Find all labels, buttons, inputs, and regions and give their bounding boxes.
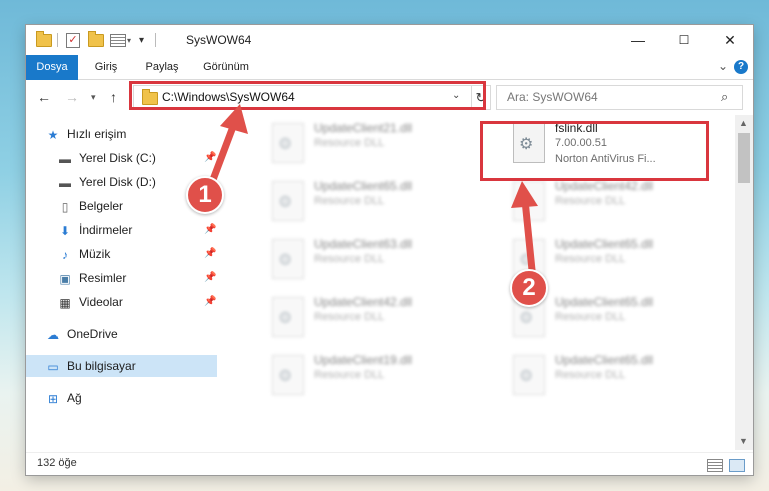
navigation-pane: ★ Hızlı erişim ▬ Yerel Disk (C:) 📌 ▬ Yerel … <box>26 115 218 450</box>
details-view-icon[interactable] <box>707 459 723 472</box>
videos-icon: ▦ <box>59 295 71 310</box>
sidebar-item-network[interactable]: ⊞ Ağ <box>45 387 82 409</box>
pictures-icon: ▣ <box>59 271 71 286</box>
dll-file-icon <box>513 355 545 395</box>
dll-file-icon <box>272 123 304 163</box>
pin-icon[interactable]: 📌 <box>204 152 216 163</box>
address-highlight-box <box>129 81 486 110</box>
tab-home[interactable]: Giriş <box>86 55 126 79</box>
status-bar: 132 öğe <box>26 452 753 476</box>
vertical-scrollbar[interactable]: ▲ ▼ <box>735 115 753 450</box>
list-item[interactable]: UpdateClient42.dll Resource DLL <box>264 291 494 347</box>
list-item[interactable]: UpdateClient42.dll Resource DLL <box>505 175 735 231</box>
pin-icon[interactable]: 📌 <box>204 224 216 235</box>
tab-share[interactable]: Paylaş <box>138 55 186 79</box>
dll-file-icon <box>272 239 304 279</box>
music-icon: ♪ <box>62 247 68 262</box>
pin-icon[interactable]: 📌 <box>204 272 216 283</box>
back-arrow-icon[interactable]: ← <box>37 89 51 105</box>
search-box[interactable]: Ara: SysWOW64 ⌕ <box>496 85 743 110</box>
window-title: SysWOW64 <box>186 33 252 47</box>
documents-icon: ▯ <box>61 199 69 214</box>
list-item[interactable]: UpdateClient63.dll Resource DLL <box>264 233 494 289</box>
sidebar-item-this-pc[interactable]: ▭ Bu bilgisayar <box>45 355 135 377</box>
scroll-down-icon[interactable]: ▼ <box>739 436 748 446</box>
qa-separator <box>57 32 58 48</box>
sidebar-item-pictures[interactable]: ▣ Resimler <box>57 267 126 289</box>
title-bar: ✓ ▾ ▾ SysWOW64 — ☐ ✕ <box>26 25 753 55</box>
minimize-button[interactable]: — <box>615 25 661 55</box>
recent-locations-icon[interactable]: ▾ <box>91 92 96 103</box>
maximize-button[interactable]: ☐ <box>661 25 707 55</box>
large-icons-view-icon[interactable] <box>729 459 745 472</box>
sidebar-item-quick-access[interactable]: ★ Hızlı erişim <box>45 123 127 145</box>
scroll-up-icon[interactable]: ▲ <box>739 118 748 128</box>
dll-file-icon <box>513 181 545 221</box>
network-icon: ⊞ <box>47 391 59 406</box>
sidebar-item-disk-c[interactable]: ▬ Yerel Disk (C:) <box>57 147 156 169</box>
ribbon-expand-icon[interactable]: ⌄ <box>718 59 728 73</box>
forward-arrow-icon[interactable]: → <box>65 89 79 105</box>
dll-file-icon <box>272 355 304 395</box>
new-folder-icon[interactable] <box>88 30 104 48</box>
sidebar-item-disk-d[interactable]: ▬ Yerel Disk (D:) <box>57 171 156 193</box>
pin-icon[interactable]: 📌 <box>204 248 216 259</box>
help-icon[interactable]: ? <box>734 60 748 74</box>
close-button[interactable]: ✕ <box>707 25 753 55</box>
drive-icon: ▬ <box>59 151 71 166</box>
properties-icon[interactable] <box>110 32 126 48</box>
item-count: 132 öğe <box>37 457 77 469</box>
title-separator <box>155 32 156 48</box>
list-item[interactable]: UpdateClient19.dll Resource DLL <box>264 349 494 405</box>
properties-check-icon[interactable]: ✓ <box>66 32 80 48</box>
folder-icon <box>36 30 52 48</box>
qa-customize-icon[interactable]: ▾ <box>139 32 144 48</box>
up-arrow-icon[interactable]: ↑ <box>110 89 117 105</box>
sidebar-item-onedrive[interactable]: ☁ OneDrive <box>45 323 118 345</box>
dll-file-icon <box>272 181 304 221</box>
search-icon[interactable]: ⌕ <box>721 89 728 105</box>
scrollbar-thumb[interactable] <box>738 133 750 183</box>
qa-dropdown-icon[interactable]: ▾ <box>127 32 131 48</box>
ribbon-tabs: Dosya Giriş Paylaş Görünüm ⌄ ? <box>26 55 753 111</box>
list-item[interactable]: UpdateClient21.dll Resource DLL <box>264 117 494 173</box>
sidebar-item-music[interactable]: ♪ Müzik <box>57 243 110 265</box>
drive-icon: ▬ <box>59 175 71 190</box>
star-icon: ★ <box>47 127 59 142</box>
list-item[interactable]: UpdateClient65.dll Resource DLL <box>505 349 735 405</box>
sidebar-item-videos[interactable]: ▦ Videolar <box>57 291 122 313</box>
step-badge-1: 1 <box>186 176 224 214</box>
dll-file-icon <box>272 297 304 337</box>
download-icon: ⬇ <box>59 223 71 238</box>
sidebar-item-documents[interactable]: ▯ Belgeler <box>57 195 123 217</box>
search-input[interactable]: Ara: SysWOW64 <box>507 90 598 104</box>
cloud-icon: ☁ <box>47 327 59 342</box>
file-highlight-box <box>480 121 709 181</box>
step-badge-2: 2 <box>510 269 548 307</box>
computer-icon: ▭ <box>47 359 59 374</box>
sidebar-item-downloads[interactable]: ⬇ İndirmeler <box>57 219 132 241</box>
list-item[interactable]: UpdateClient65.dll Resource DLL <box>264 175 494 231</box>
tab-view[interactable]: Görünüm <box>198 55 254 79</box>
pin-icon[interactable]: 📌 <box>204 296 216 307</box>
